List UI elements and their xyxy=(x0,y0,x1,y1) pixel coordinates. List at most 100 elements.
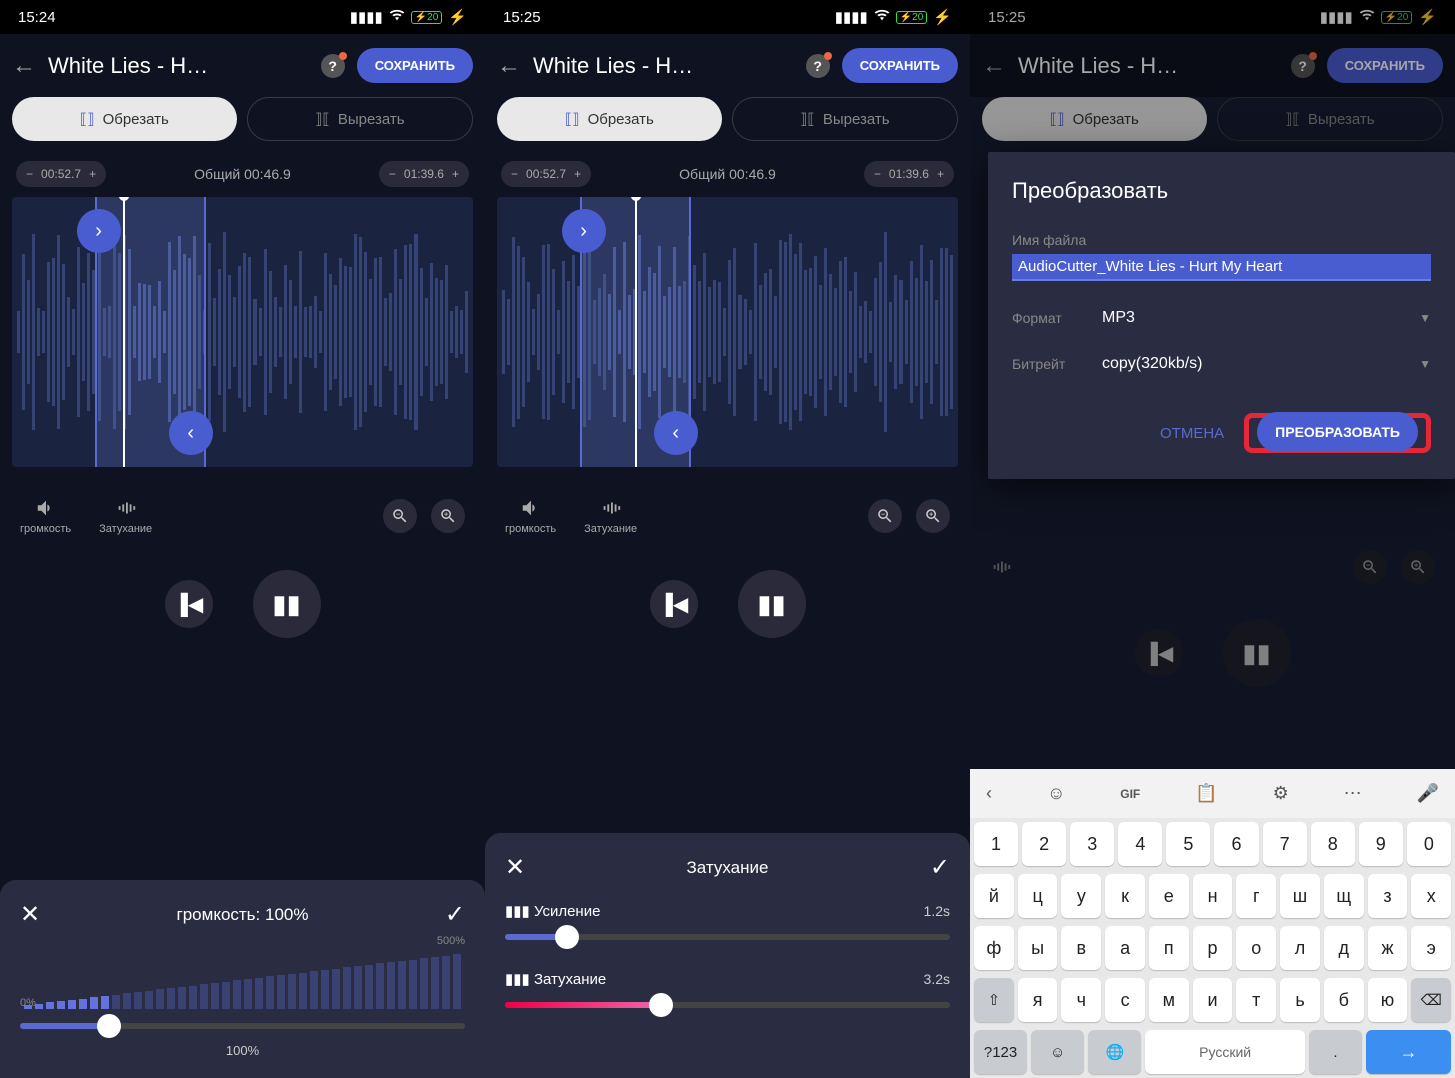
pause-button[interactable]: ▮▮ xyxy=(253,570,321,638)
waveform[interactable]: › ‹ 01:18.9 xyxy=(497,197,958,467)
kb-mic-icon[interactable]: 🎤 xyxy=(1411,777,1445,810)
kb-key[interactable]: х xyxy=(1411,874,1451,918)
kb-key[interactable]: 3 xyxy=(1070,822,1114,866)
help-button[interactable]: ? xyxy=(806,54,830,78)
kb-key[interactable]: 8 xyxy=(1311,822,1355,866)
zoom-in[interactable] xyxy=(916,499,950,533)
fade-control[interactable]: Затухание xyxy=(99,497,152,535)
zoom-in[interactable] xyxy=(431,499,465,533)
increase-end[interactable]: + xyxy=(452,167,459,181)
save-button[interactable]: СОХРАНИТЬ xyxy=(357,48,473,83)
back-button[interactable]: ← xyxy=(982,52,1006,80)
save-button[interactable]: СОХРАНИТЬ xyxy=(842,48,958,83)
volume-thumb[interactable] xyxy=(97,1014,121,1038)
format-row[interactable]: Формат MP3 ▼ xyxy=(1012,309,1431,327)
help-button[interactable]: ? xyxy=(321,54,345,78)
kb-key[interactable]: ф xyxy=(974,926,1014,970)
kb-key[interactable]: 1 xyxy=(974,822,1018,866)
fadeout-thumb[interactable] xyxy=(649,993,673,1017)
fade-control[interactable]: Затухание xyxy=(584,497,637,535)
bitrate-row[interactable]: Битрейт copy(320kb/s) ▼ xyxy=(1012,355,1431,373)
kb-key[interactable]: г xyxy=(1236,874,1276,918)
close-sheet[interactable]: ✕ xyxy=(505,853,525,882)
prev-button[interactable]: ▐◀ xyxy=(1135,629,1183,677)
kb-key[interactable]: п xyxy=(1149,926,1189,970)
volume-control[interactable]: громкость xyxy=(505,497,556,535)
fadeout-slider[interactable] xyxy=(505,1002,950,1008)
tab-cut[interactable]: ⟧⟦ Вырезать xyxy=(247,97,474,141)
help-button[interactable]: ? xyxy=(1291,54,1315,78)
kb-key[interactable]: ю xyxy=(1368,978,1408,1022)
kb-key[interactable]: з xyxy=(1368,874,1408,918)
fade-control[interactable] xyxy=(990,556,1012,578)
zoom-out[interactable] xyxy=(868,499,902,533)
zoom-out[interactable] xyxy=(383,499,417,533)
volume-control[interactable]: громкость xyxy=(20,497,71,535)
zoom-out[interactable] xyxy=(1353,550,1387,584)
kb-enter[interactable]: → xyxy=(1366,1030,1451,1074)
end-handle[interactable]: ‹ xyxy=(169,411,213,455)
kb-key[interactable]: н xyxy=(1193,874,1233,918)
decrease-end[interactable]: − xyxy=(389,167,396,181)
kb-key[interactable]: л xyxy=(1280,926,1320,970)
pause-button[interactable]: ▮▮ xyxy=(1223,619,1291,687)
kb-key[interactable]: 9 xyxy=(1359,822,1403,866)
tab-cut[interactable]: ⟧⟦Вырезать xyxy=(732,97,959,141)
kb-switch[interactable]: ?123 xyxy=(974,1030,1027,1074)
kb-key[interactable]: е xyxy=(1149,874,1189,918)
kb-backspace[interactable]: ⌫ xyxy=(1411,978,1451,1022)
prev-button[interactable]: ▐◀ xyxy=(165,580,213,628)
kb-key[interactable]: в xyxy=(1061,926,1101,970)
kb-key[interactable]: ч xyxy=(1061,978,1101,1022)
kb-key[interactable]: 4 xyxy=(1118,822,1162,866)
kb-key[interactable]: 5 xyxy=(1166,822,1210,866)
kb-key[interactable]: р xyxy=(1193,926,1233,970)
kb-key[interactable]: т xyxy=(1236,978,1276,1022)
confirm-sheet[interactable]: ✓ xyxy=(445,900,465,929)
prev-button[interactable]: ▐◀ xyxy=(650,580,698,628)
start-handle[interactable]: › xyxy=(77,209,121,253)
decrease-start[interactable]: − xyxy=(511,167,518,181)
back-button[interactable]: ← xyxy=(12,52,36,80)
kb-key[interactable]: б xyxy=(1324,978,1364,1022)
kb-more-icon[interactable]: ⋯ xyxy=(1338,777,1368,810)
kb-space[interactable]: Русский xyxy=(1145,1030,1304,1074)
waveform[interactable]: › ‹ 01:03.4 xyxy=(12,197,473,467)
kb-gif[interactable]: GIF xyxy=(1114,781,1146,807)
kb-key[interactable]: й xyxy=(974,874,1014,918)
kb-key[interactable]: д xyxy=(1324,926,1364,970)
kb-key[interactable]: о xyxy=(1236,926,1276,970)
tab-trim[interactable]: ⟦⟧Обрезать xyxy=(982,97,1207,141)
kb-clipboard-icon[interactable]: 📋 xyxy=(1189,777,1223,810)
fadein-slider[interactable] xyxy=(505,934,950,940)
playhead[interactable] xyxy=(635,197,637,467)
tab-trim[interactable]: ⟦⟧ Обрезать xyxy=(12,97,237,141)
kb-key[interactable]: а xyxy=(1105,926,1145,970)
kb-sticker-icon[interactable]: ☺ xyxy=(1041,777,1071,810)
kb-lang-icon[interactable]: 🌐 xyxy=(1088,1030,1141,1074)
playhead[interactable] xyxy=(123,197,125,467)
cancel-button[interactable]: ОТМЕНА xyxy=(1156,415,1228,452)
kb-key[interactable]: м xyxy=(1149,978,1189,1022)
kb-key[interactable]: щ xyxy=(1324,874,1364,918)
kb-key[interactable]: ш xyxy=(1280,874,1320,918)
fadein-thumb[interactable] xyxy=(555,925,579,949)
save-button[interactable]: СОХРАНИТЬ xyxy=(1327,48,1443,83)
filename-input[interactable] xyxy=(1012,254,1431,281)
kb-shift[interactable]: ⇧ xyxy=(974,978,1014,1022)
kb-key[interactable]: у xyxy=(1061,874,1101,918)
kb-key[interactable]: с xyxy=(1105,978,1145,1022)
zoom-in[interactable] xyxy=(1401,550,1435,584)
increase-end[interactable]: + xyxy=(937,167,944,181)
kb-key[interactable]: ы xyxy=(1018,926,1058,970)
confirm-sheet[interactable]: ✓ xyxy=(930,853,950,882)
decrease-end[interactable]: − xyxy=(874,167,881,181)
kb-key[interactable]: э xyxy=(1411,926,1451,970)
decrease-start[interactable]: − xyxy=(26,167,33,181)
kb-key[interactable]: я xyxy=(1018,978,1058,1022)
kb-period[interactable]: . xyxy=(1309,1030,1362,1074)
increase-start[interactable]: + xyxy=(574,167,581,181)
end-handle[interactable]: ‹ xyxy=(654,411,698,455)
pause-button[interactable]: ▮▮ xyxy=(738,570,806,638)
kb-key[interactable]: ж xyxy=(1368,926,1408,970)
